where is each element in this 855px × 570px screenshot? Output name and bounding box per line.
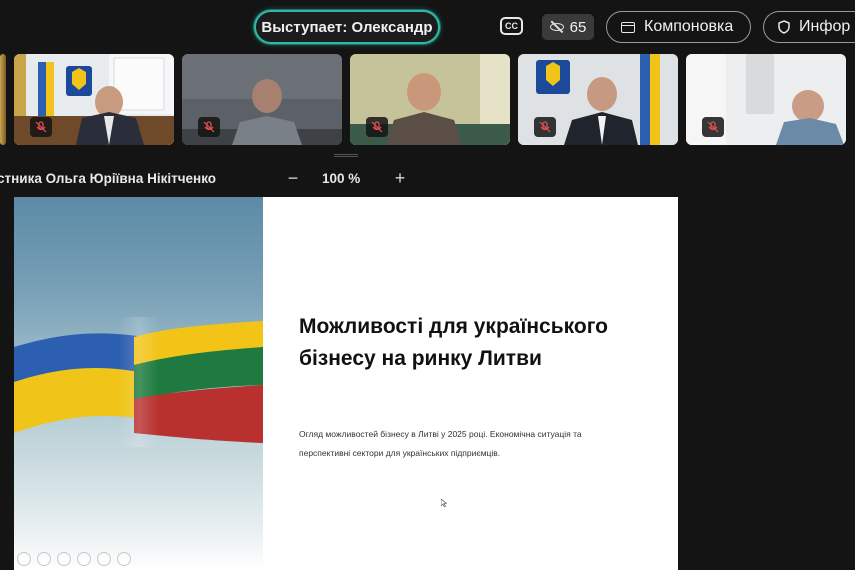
- layout-button[interactable]: Компоновка: [606, 11, 751, 43]
- mic-off-icon: [198, 117, 220, 137]
- more-options-icon[interactable]: [117, 552, 131, 566]
- flags-image: [14, 197, 263, 570]
- mic-off-icon: [30, 117, 52, 137]
- filmstrip-resize-handle[interactable]: [334, 154, 358, 157]
- shield-icon: [778, 20, 790, 34]
- participant-tile-partial[interactable]: [0, 54, 6, 145]
- zoom-level: 100 %: [322, 171, 361, 186]
- zoom-slide-icon[interactable]: [77, 552, 91, 566]
- info-button[interactable]: Инфор: [763, 11, 855, 43]
- shared-presentation-slide: Можливості для українського бізнесу на р…: [14, 197, 678, 570]
- active-speaker-indicator[interactable]: Выступает: Олександр: [254, 10, 440, 44]
- captions-button[interactable]: CC: [500, 17, 523, 35]
- participant-tile[interactable]: [182, 54, 342, 145]
- mouse-pointer-icon: [440, 494, 448, 508]
- previous-slide-icon[interactable]: [17, 552, 31, 566]
- mic-off-icon: [702, 117, 724, 137]
- grid-view-icon[interactable]: [97, 552, 111, 566]
- layout-label: Компоновка: [644, 18, 734, 35]
- active-speaker-label: Выступает: Олександр: [261, 18, 433, 36]
- participant-filmstrip: [0, 54, 855, 146]
- captions-icon: CC: [505, 21, 518, 31]
- participant-tile[interactable]: [686, 54, 846, 145]
- layout-icon: [621, 21, 635, 33]
- viewer-count: 65: [569, 18, 587, 36]
- participant-tile[interactable]: [350, 54, 510, 145]
- slide-toolbar: [14, 552, 144, 568]
- slide-subtitle: Огляд можливостей бізнесу в Литві у 2025…: [299, 429, 582, 458]
- participant-tile[interactable]: [14, 54, 174, 145]
- screen-share-bar: стника Ольга Юріївна Нікітченко − 100 % …: [0, 164, 855, 192]
- slide-title: Можливості для українського бізнесу на р…: [299, 315, 608, 370]
- eye-off-icon: [549, 20, 564, 34]
- zoom-out-button[interactable]: −: [284, 167, 302, 189]
- pen-icon[interactable]: [57, 552, 71, 566]
- mic-off-icon: [366, 117, 388, 137]
- next-slide-icon[interactable]: [37, 552, 51, 566]
- sharer-name: стника Ольга Юріївна Нікітченко: [0, 171, 217, 186]
- zoom-in-button[interactable]: +: [391, 167, 409, 189]
- mic-off-icon: [534, 117, 556, 137]
- hidden-viewers-button[interactable]: 65: [542, 14, 594, 40]
- top-toolbar: Выступает: Олександр CC 65 Компоновка Ин…: [0, 0, 855, 52]
- info-label: Инфор: [799, 18, 851, 35]
- participant-tile[interactable]: [518, 54, 678, 145]
